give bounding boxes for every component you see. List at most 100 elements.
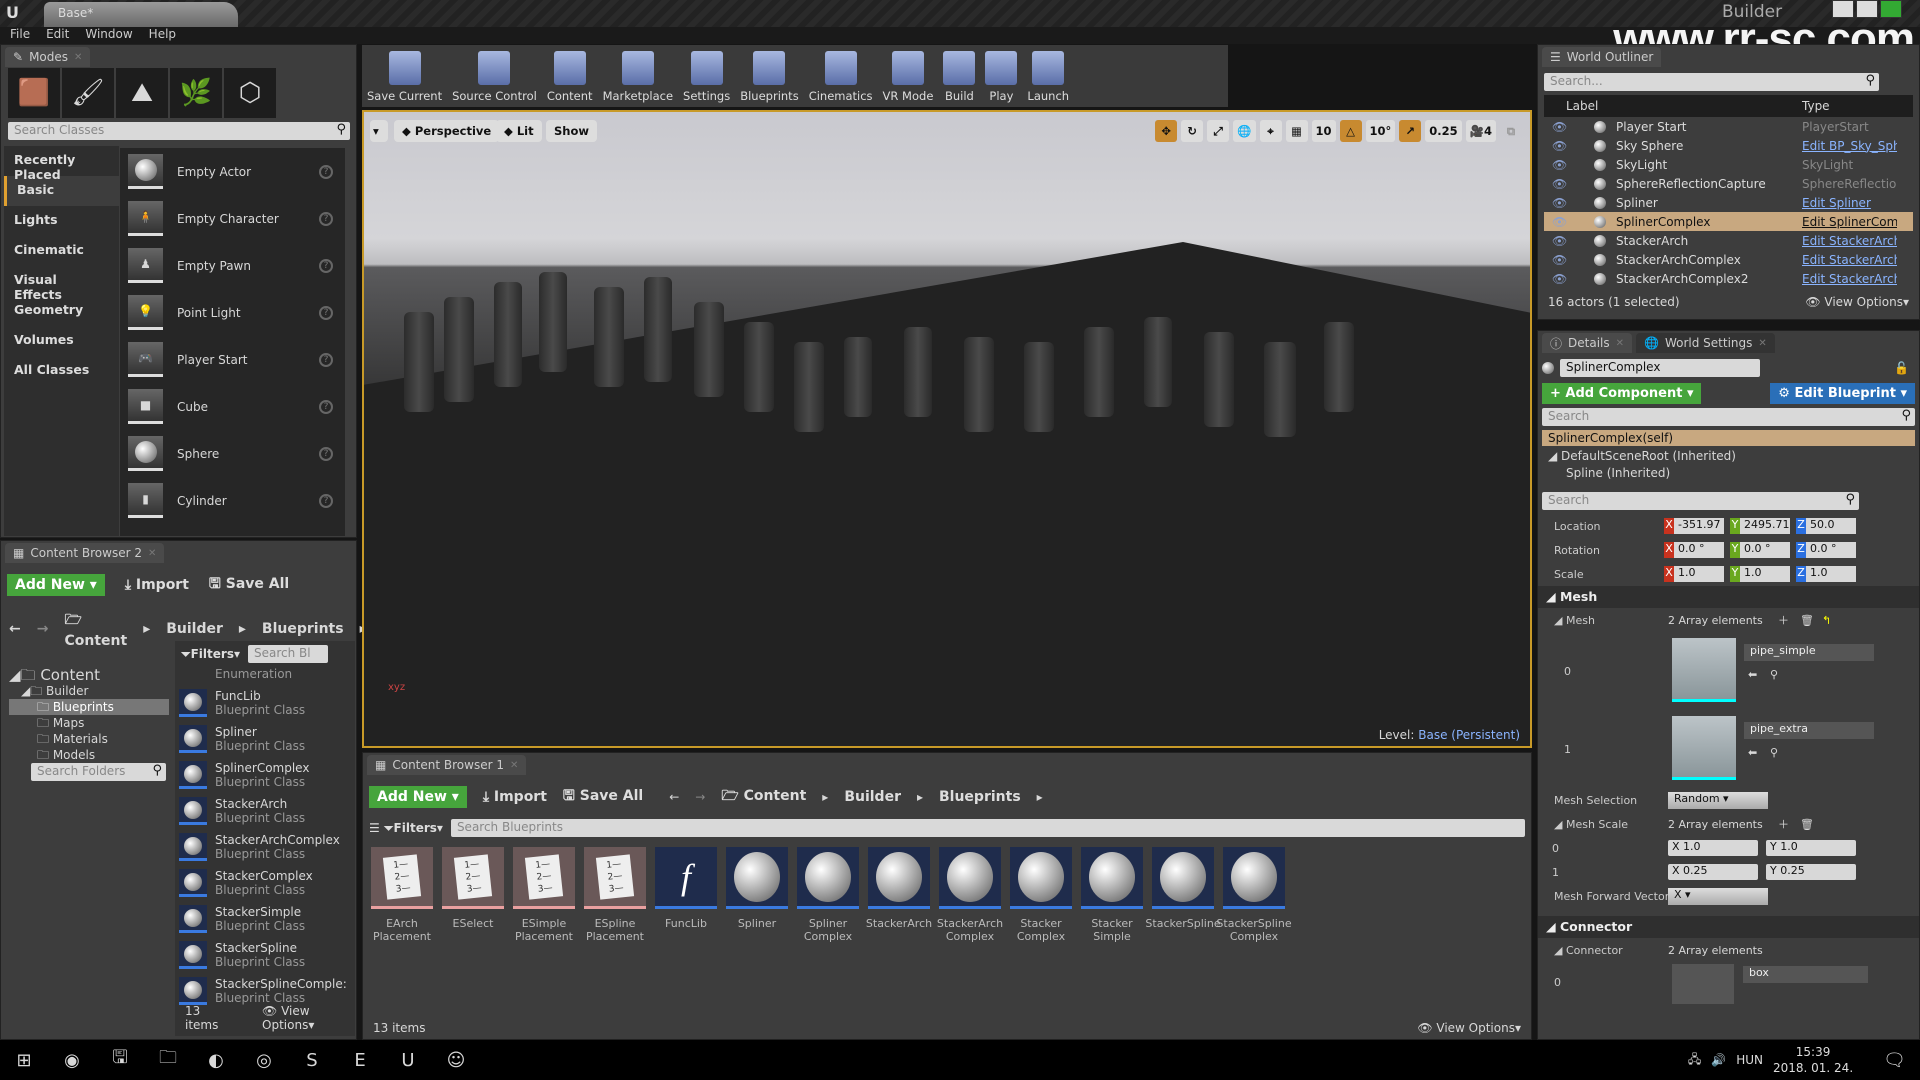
asset-tile[interactable]: f FuncLib [655,847,717,943]
mesh-scale-x-field[interactable]: X 0.25 [1668,864,1758,880]
help-icon[interactable]: ? [319,493,333,508]
tab-world-settings[interactable]: 🌐 World Settings ✕ [1636,333,1775,353]
asset-tile[interactable]: StackerArch Complex [937,847,1003,943]
help-icon[interactable]: ? [319,258,333,273]
outliner-row[interactable]: 👁SphereReflectionCaptureSphereReflection… [1544,174,1913,193]
rotate-icon[interactable]: ↻ [1181,120,1204,142]
asset-tile[interactable]: StackerSpline Complex [1216,847,1292,943]
outliner-row[interactable]: 👁 SkyLight SkyLight [1544,155,1913,174]
viewport-options-button[interactable]: ▾ [370,120,388,142]
scale-snap-icon[interactable]: ↗ [1399,120,1422,142]
asset-list-item[interactable]: StackerSimple Blueprint Class [175,901,355,937]
use-selected-arrow-icon[interactable]: ⬅ [1748,668,1757,681]
asset-tile[interactable]: 1— 2— 3— ESpline Placement [584,847,646,943]
class-item-empty-pawn[interactable]: ♟ Empty Pawn? [120,242,345,289]
class-item-sphere[interactable]: Sphere? [120,430,345,477]
menu-edit[interactable]: Edit [46,27,69,44]
mesh-asset-dropdown[interactable]: pipe_extra [1744,722,1874,739]
mesh-forward-dropdown[interactable]: X ▾ [1668,887,1768,905]
edit-blueprint-link[interactable]: Edit StackerArch [1802,253,1897,267]
mesh-scale-y-field[interactable]: Y 1.0 [1766,840,1856,856]
level-viewport[interactable]: ▾ ◆ Perspective ◆ Lit Show ✥ ↻ ⤢ 🌐 ⌖ ▦ 1… [362,110,1532,748]
scale-x-field[interactable]: X 1.0 [1664,566,1724,582]
search-blueprints-input[interactable]: Search Bl [248,645,328,663]
details-search-input[interactable]: Search ⚲ [1542,492,1859,510]
help-icon[interactable]: ? [319,164,333,179]
column-label[interactable]: Label [1566,99,1598,113]
add-new-button[interactable]: Add New ▾ [369,786,467,808]
import-button[interactable]: ⤓ Import [125,577,189,593]
angle-snap-icon[interactable]: △ [1339,120,1362,142]
volume-icon[interactable]: 🔊 [1711,1053,1726,1067]
scale-y-field[interactable]: Y 1.0 [1730,566,1790,582]
asset-list-item[interactable]: StackerArchComplex Blueprint Class [175,829,355,865]
close-icon[interactable]: ✕ [148,548,156,559]
category-cinematic[interactable]: Cinematic [4,236,119,266]
toolbar-settings-button[interactable]: Settings [678,45,735,107]
back-arrow-icon[interactable]: ← [9,621,21,637]
asset-tile[interactable]: 1— 2— 3— ESimple Placement [513,847,575,943]
category-all-classes[interactable]: All Classes [4,356,119,386]
toolbar-vr-mode-button[interactable]: VR Mode [878,45,939,107]
folder-builder[interactable]: ◢🗀 Builder [9,683,169,699]
category-recently-placed[interactable]: Recently Placed [4,146,119,182]
sublime-icon[interactable]: S [288,1040,336,1080]
outliner-row[interactable]: 👁 SplinerComplex Edit SplinerComp [1544,212,1913,231]
outliner-row[interactable]: 👁 Spliner Edit Spliner [1544,193,1913,212]
asset-list-item[interactable]: StackerSpline Blueprint Class [175,937,355,973]
visibility-eye-icon[interactable]: 👁 [1552,139,1574,153]
close-icon[interactable]: ✕ [74,52,82,63]
connector-mesh-dropdown[interactable]: box [1743,966,1868,983]
view-options-button[interactable]: 👁 View Options▾ [1417,1021,1521,1035]
toolbar-content-button[interactable]: Content [542,45,598,107]
add-new-button[interactable]: Add New ▾ [7,574,105,596]
folder-materials[interactable]: 🗀 Materials [9,731,169,747]
browse-search-icon[interactable]: ⚲ [1770,746,1778,759]
asset-tile[interactable]: StackerArch [866,847,932,943]
world-local-icon[interactable]: 🌐 [1233,120,1256,142]
scale-z-field[interactable]: Z 1.0 [1796,566,1856,582]
asset-tile[interactable]: Stacker Complex [1010,847,1072,943]
toolbar-save-current-button[interactable]: Save Current [362,45,447,107]
network-icon[interactable]: 🖧 [1688,1050,1701,1071]
asset-list-item[interactable]: Spliner Blueprint Class [175,721,355,757]
class-item-point-light[interactable]: 💡 Point Light? [120,289,345,336]
surface-snap-icon[interactable]: ⌖ [1259,120,1282,142]
breadcrumb-blueprints[interactable]: Blueprints [262,621,344,637]
component-self[interactable]: SplinerComplex(self) [1542,430,1915,446]
filters-button[interactable]: ⏷Filters▾ [181,647,240,662]
search-folders-input[interactable]: Search Folders ⚲ [31,763,166,781]
menu-help[interactable]: Help [149,27,176,44]
visibility-eye-icon[interactable]: 👁 [1552,234,1574,248]
visibility-eye-icon[interactable]: 👁 [1552,177,1574,191]
toolbar-cinematics-button[interactable]: Cinematics [804,45,878,107]
steam-icon[interactable]: ◎ [240,1040,288,1080]
tab-content-browser-2[interactable]: ▦ Content Browser 2 ✕ [5,543,165,563]
close-icon[interactable]: ✕ [1616,338,1624,349]
menu-window[interactable]: Window [85,27,132,44]
view-options-button[interactable]: 👁 View Options▾ [1805,295,1909,309]
edit-blueprint-link[interactable]: Edit Spliner [1802,196,1897,210]
breadcrumb-content[interactable]: 🗁 Content [64,609,127,649]
rotation-z-field[interactable]: Z 0.0 ° [1796,542,1856,558]
close-icon[interactable]: ✕ [510,760,518,771]
class-item-cube[interactable]: ■ Cube? [120,383,345,430]
column-type[interactable]: Type [1802,99,1830,113]
visibility-eye-icon[interactable]: 👁 [1552,196,1574,210]
breadcrumb-blueprints[interactable]: Blueprints [939,789,1021,805]
grid-size-dropdown[interactable]: 10 [1311,120,1336,142]
help-icon[interactable]: ? [319,446,333,461]
toolbar-source-control-button[interactable]: Source Control [447,45,542,107]
asset-tile[interactable]: Spliner [726,847,788,943]
app-icon[interactable]: ◐ [192,1040,240,1080]
class-item-cylinder[interactable]: ▮ Cylinder? [120,477,345,524]
asset-list-item[interactable]: FuncLib Blueprint Class [175,685,355,721]
filters-button[interactable]: ☰ ⏷Filters▾ [369,821,443,836]
rotation-y-field[interactable]: Y 0.0 ° [1730,542,1790,558]
asset-list-item[interactable]: Enumeration [175,667,355,685]
forward-arrow-icon[interactable]: → [695,790,705,804]
folder-models[interactable]: 🗀 Models [9,747,169,763]
folder-maps[interactable]: 🗀 Maps [9,715,169,731]
back-arrow-icon[interactable]: ← [669,790,679,804]
edit-blueprint-button[interactable]: ⚙ Edit Blueprint ▾ [1770,383,1915,404]
